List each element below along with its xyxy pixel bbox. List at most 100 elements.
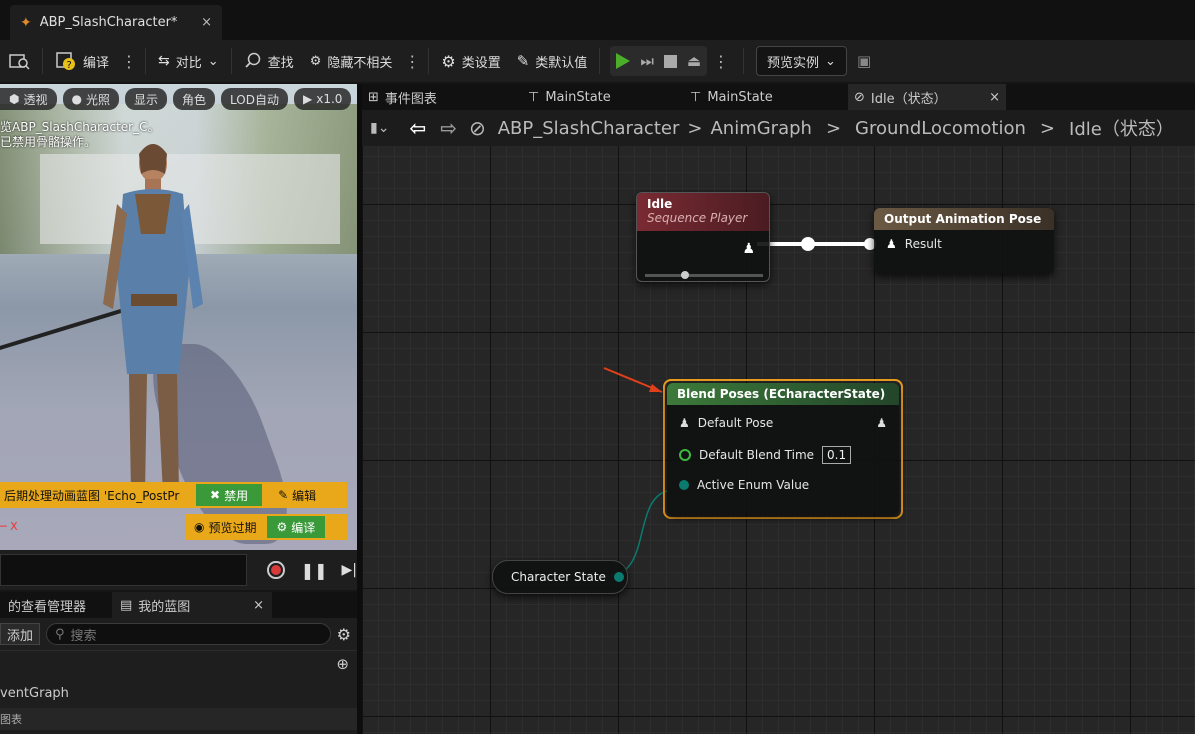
forward-arrow-icon[interactable]: ⇨ [440,116,457,140]
diff-button[interactable]: ⇆ 对比 ⌄ [150,45,227,77]
search-input[interactable]: ⚲ 搜索 [46,623,331,645]
close-icon[interactable]: × [201,15,212,30]
pose-output-pin-icon[interactable]: ♟ [742,241,755,257]
preview-viewport[interactable]: ⬢ 透视 ● 光照 显示 角色 LOD自动 ▶ x1.0 览ABP_SlashC… [0,84,357,550]
default-pose-pin[interactable]: ♟ Default Pose ♟ [667,409,899,437]
eject-icon[interactable]: ⏏ [687,52,701,70]
class-settings-button[interactable]: ⚙ 类设置 [433,45,508,77]
result-pin[interactable]: ♟ Result [874,230,1054,258]
compile-label: 编译 [83,55,110,71]
output-pose-title: Output Animation Pose [884,212,1042,226]
result-pin-label: Result [904,237,942,251]
blend-time-input[interactable]: 0.1 [822,446,852,464]
active-enum-value-pin[interactable]: Active Enum Value [667,471,899,499]
play-small-icon: ▶ [302,92,313,106]
enum-output-pin-icon[interactable] [613,572,624,582]
breadcrumb-item-blueprint[interactable]: ABP_SlashCharacter [498,118,680,139]
viewport-toolbar: ⬢ 透视 ● 光照 显示 角色 LOD自动 ▶ x1.0 [0,88,352,110]
post-process-text: 后期处理动画蓝图 'Echo_PostPr [4,488,180,503]
class-defaults-label: 类默认值 [535,55,588,71]
class-defaults-button[interactable]: ✎ 类默认值 [509,45,596,77]
toolbar-divider [428,48,430,74]
stop-icon[interactable] [663,54,677,68]
tab-view-manager-label: 的查看管理器 [8,599,87,615]
step-icon[interactable]: ⏭ [640,52,654,70]
lighting-button[interactable]: ● 光照 [62,88,119,110]
graph-tab-bar: ⊞ 事件图表 ⊤ MainState ⊤ MainState ⊘ Idle（状态… [362,84,1195,110]
pose-output-pin-icon[interactable]: ♟ [876,416,887,430]
tab-idle-state[interactable]: ⊘ Idle（状态） × [848,84,1006,110]
character-state-variable-node[interactable]: Character State [492,560,628,594]
play-rate-slider[interactable] [645,271,763,279]
compile-options-icon[interactable]: ⋮ [117,52,141,71]
add-circle-icon[interactable]: ⊕ [336,655,349,673]
hide-unrelated-button[interactable]: ⚙ 隐藏不相关 [302,45,401,77]
output-animation-pose-node[interactable]: Output Animation Pose ♟ Result [874,208,1054,274]
tab-idle-state-label: Idle（状态） [870,91,947,107]
record-icon[interactable] [267,561,285,579]
perspective-button[interactable]: ⬢ 透视 [0,88,57,110]
disable-button[interactable]: ✖ 禁用 [196,484,263,506]
play-options-icon[interactable]: ⋮ [709,52,733,71]
toolbar-divider [743,48,745,74]
play-icon[interactable] [616,53,631,69]
tab-event-graph-label: 事件图表 [384,91,437,107]
breadcrumb: ▮⌄ ⇦ ⇨ ⊘ ABP_SlashCharacter > AnimGraph … [362,110,1195,146]
pause-icon[interactable]: ❚❚ [301,561,328,580]
tab-main-state-2[interactable]: ⊤ MainState [684,84,779,110]
breadcrumb-separator: > [825,117,842,139]
blend-poses-node[interactable]: Blend Poses (ECharacterState) ♟ Default … [667,383,899,515]
idle-sequence-player-node[interactable]: Idle Sequence Player ♟ [636,192,770,282]
class-settings-label: 类设置 [461,55,501,71]
preview-instance-select[interactable]: 预览实例 ⌄ [756,46,847,76]
compile-preview-label: 编译 [291,520,316,535]
graph-canvas[interactable]: Idle Sequence Player ♟ Output Animation … [362,146,1195,734]
hide-unrelated-icon: ⚙ [309,53,322,69]
play-controls: ⏭ ⏏ [610,46,708,76]
show-button[interactable]: 显示 [125,88,168,110]
edit-button[interactable]: ✎ 编辑 [268,484,326,506]
breadcrumb-item-animgraph[interactable]: AnimGraph [710,118,811,139]
edit-label: 编辑 [292,488,317,503]
tab-my-blueprint[interactable]: ▤ 我的蓝图 × [112,592,272,618]
browse-button[interactable] [0,45,38,77]
lod-button[interactable]: LOD自动 [221,88,288,110]
hide-options-icon[interactable]: ⋮ [400,52,424,71]
gear-icon[interactable]: ⚙ [337,625,351,644]
close-icon[interactable]: × [253,598,264,613]
breadcrumb-item-groundlocomotion[interactable]: GroundLocomotion [855,118,1026,139]
debug-filter-icon[interactable]: ▣ [857,52,871,70]
character-button[interactable]: 角色 [173,88,216,110]
viewport-message-line2: 已禁用骨骼操作。 [0,135,97,149]
graphs-category[interactable]: 图表 [0,708,357,730]
post-process-warning: 后期处理动画蓝图 'Echo_PostPr ✖ 禁用 ✎ 编辑 [0,482,347,508]
bookmark-icon[interactable]: ▮⌄ [370,120,389,136]
tab-my-blueprint-label: 我的蓝图 [138,599,191,615]
back-arrow-icon[interactable]: ⇦ [409,116,426,140]
playback-speed-button[interactable]: ▶ x1.0 [293,88,352,110]
timeline-scrubber[interactable] [0,554,248,586]
compile-button[interactable]: ? 编译 [47,45,117,77]
gear-icon: ⚙ [276,520,288,534]
compile-preview-button[interactable]: ⚙ 编译 [266,516,326,538]
play-forward-icon[interactable]: ▶| [342,562,357,578]
slider-handle[interactable] [681,271,689,279]
find-button[interactable]: 查找 [236,45,302,77]
event-graph-label: ventGraph [0,685,69,701]
add-button[interactable]: 添加 [0,623,41,645]
timeline-controls: ❚❚ ▶| [0,550,357,590]
tab-main-state-1[interactable]: ⊤ MainState [522,84,617,110]
tab-event-graph[interactable]: ⊞ 事件图表 [362,84,443,110]
lod-label: LOD自动 [230,92,279,107]
breadcrumb-item-idle[interactable]: Idle（状态） [1069,115,1174,141]
graphs-header-row: ⊕ [0,650,357,676]
toolbar-divider [599,48,601,74]
document-tab[interactable]: ✦ ABP_SlashCharacter* × [10,5,222,40]
event-graph-item[interactable]: ventGraph [0,680,357,706]
default-blend-time-pin[interactable]: Default Blend Time 0.1 [667,441,899,469]
tab-view-manager[interactable]: 的查看管理器 [0,592,108,618]
character-label: 角色 [182,92,207,107]
preview-expired-label: 预览过期 [208,520,257,535]
close-icon[interactable]: × [989,90,1000,105]
lighting-label: 光照 [85,92,110,107]
